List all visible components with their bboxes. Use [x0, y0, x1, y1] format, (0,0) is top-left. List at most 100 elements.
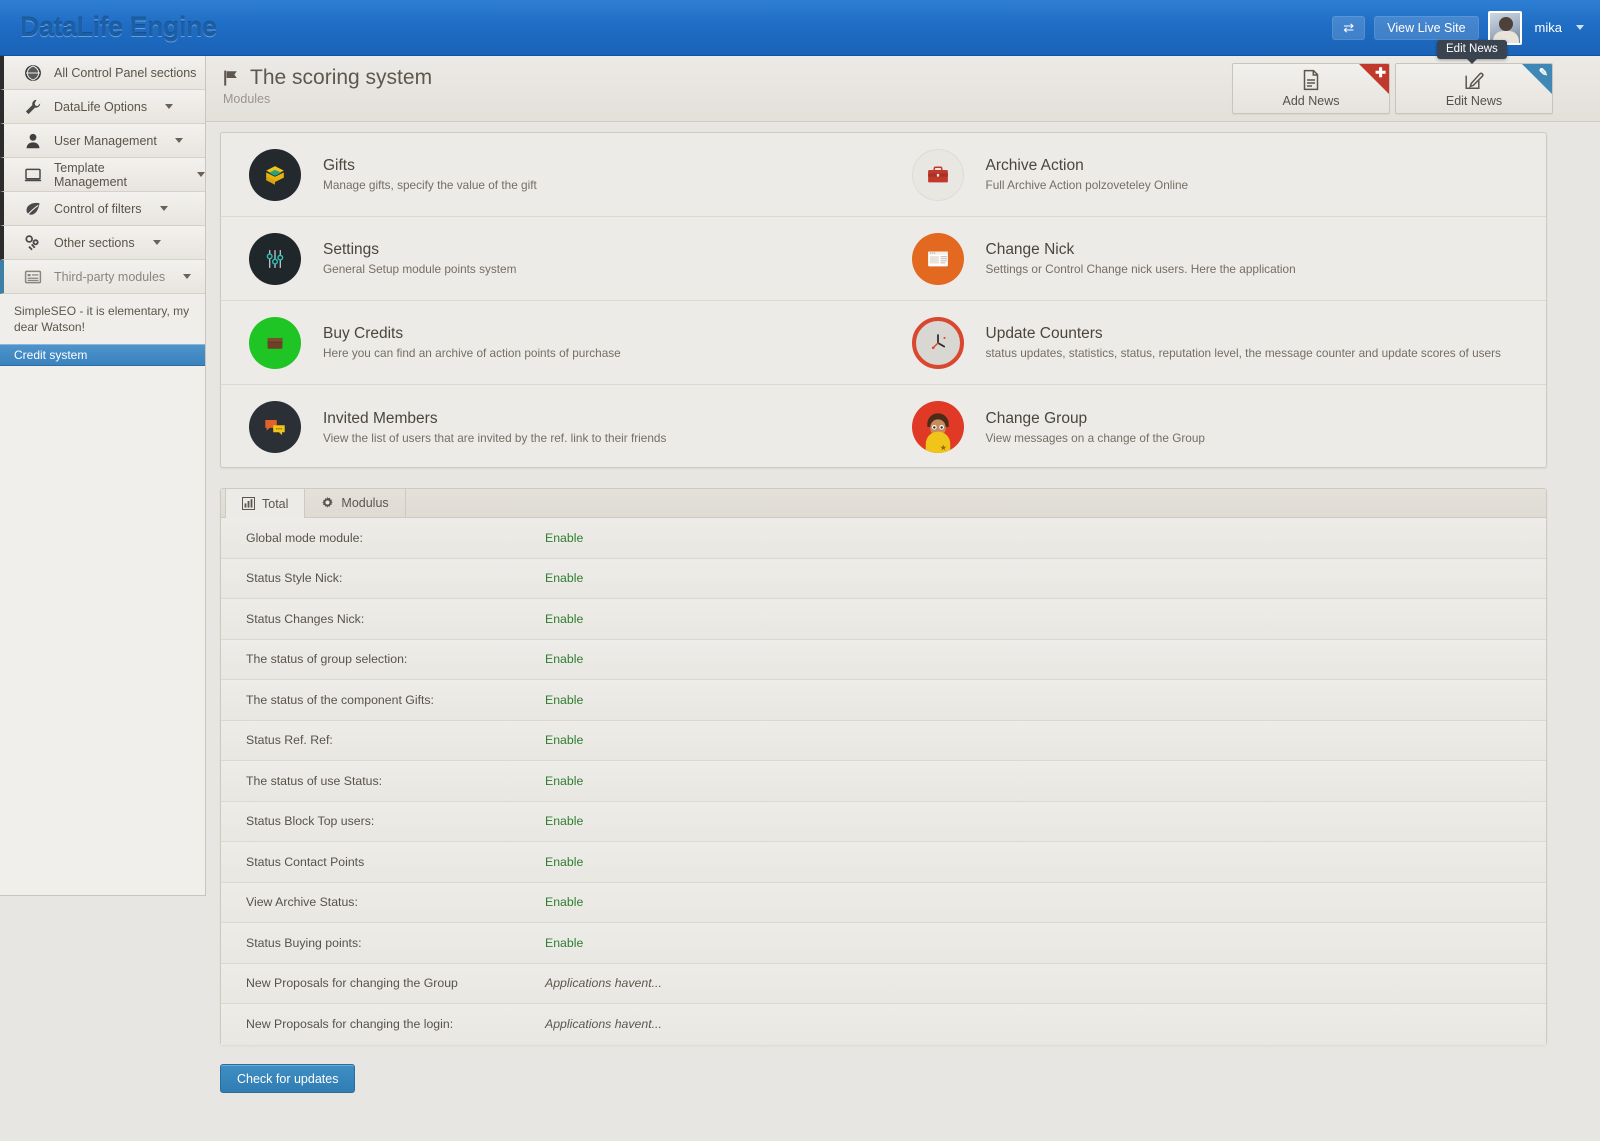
module-desc: General Setup module points system	[323, 262, 517, 276]
module-card-archive-action[interactable]: Archive Action Full Archive Action polzo…	[883, 133, 1546, 217]
stats-panel: Total Modulus Global mode module: Enable …	[220, 488, 1547, 1045]
user-icon	[24, 132, 42, 150]
sidebar-item-label: Third-party modules	[54, 269, 166, 284]
row-value: Applications havent...	[545, 976, 662, 991]
row-value[interactable]: Enable	[545, 814, 583, 828]
edit-news-button[interactable]: ✎ Edit News	[1395, 63, 1553, 114]
module-text: Invited Members View the list of users t…	[323, 410, 666, 445]
row-label: The status of use Status:	[246, 773, 383, 788]
page-title-text: The scoring system	[250, 66, 433, 89]
table-row[interactable]: The status of the component Gifts: Enable	[221, 680, 1546, 721]
view-live-site-button[interactable]: View Live Site	[1374, 15, 1479, 40]
row-label: Global mode module:	[246, 530, 363, 545]
row-label: The status of the component Gifts:	[246, 692, 434, 707]
sidebar-item-all-control-panel-sections[interactable]: All Control Panel sections	[0, 56, 205, 90]
bar-chart-icon	[242, 497, 255, 510]
sidebar-item-third-party-modules[interactable]: Third-party modules	[0, 260, 205, 294]
swap-arrows-icon[interactable]: ⇄	[1332, 15, 1366, 40]
sidebar-item-other-sections[interactable]: Other sections	[0, 226, 205, 260]
row-label: View Archive Status:	[246, 895, 358, 910]
sidebar-item-label: User Management	[54, 133, 157, 148]
table-row[interactable]: Status Contact Points Enable	[221, 842, 1546, 883]
tab-label: Modulus	[341, 495, 389, 510]
module-card-buy-credits[interactable]: Buy Credits Here you can find an archive…	[221, 301, 884, 385]
sidebar-item-label: All Control Panel sections	[54, 65, 197, 80]
chevron-down-icon	[174, 138, 183, 143]
sidebar-item-user-management[interactable]: User Management	[0, 124, 205, 158]
module-title: Archive Action	[985, 157, 1084, 174]
plus-icon: ✚	[1375, 65, 1386, 80]
module-card-settings[interactable]: Settings General Setup module points sys…	[221, 217, 884, 301]
sidebar-item-control-of-filters[interactable]: Control of filters	[0, 192, 205, 226]
document-icon	[1300, 69, 1322, 91]
sidebar-item-template-management[interactable]: Template Management	[0, 158, 205, 192]
row-label: Status Contact Points	[246, 854, 365, 869]
username-label[interactable]: mika	[1535, 20, 1562, 35]
row-label: Status Ref. Ref:	[246, 733, 333, 748]
table-row[interactable]: Global mode module: Enable	[221, 518, 1546, 559]
module-text: Gifts Manage gifts, specify the value of…	[323, 157, 537, 192]
module-desc: status updates, statistics, status, repu…	[985, 346, 1501, 360]
modules-panel: Gifts Manage gifts, specify the value of…	[220, 132, 1547, 468]
row-label: New Proposals for changing the login:	[246, 1017, 454, 1032]
check-for-updates-button[interactable]: Check for updates	[220, 1064, 356, 1093]
row-value[interactable]: Enable	[545, 652, 583, 666]
table-row[interactable]: New Proposals for changing the Group Appl…	[221, 963, 1546, 1004]
module-card-change-group[interactable]: Change Group View messages on a change o…	[884, 385, 1547, 469]
tab-modulus[interactable]: Modulus	[305, 488, 406, 517]
module-title: Invited Members	[323, 409, 438, 427]
monitor-icon	[24, 166, 42, 184]
chevron-down-icon	[159, 206, 168, 211]
tab-total[interactable]: Total	[225, 488, 306, 518]
row-value[interactable]: Enable	[545, 855, 583, 869]
wallet-icon	[249, 316, 301, 369]
module-title: Change Nick	[985, 241, 1075, 258]
table-row[interactable]: The status of group selection: Enable	[221, 639, 1546, 680]
module-card-gifts[interactable]: Gifts Manage gifts, specify the value of…	[221, 133, 884, 217]
row-label: New Proposals for changing the Group	[246, 976, 458, 991]
row-value[interactable]: Enable	[545, 733, 583, 747]
table-row[interactable]: Status Block Top users: Enable	[221, 801, 1546, 842]
gift-box-icon	[249, 148, 301, 201]
row-value[interactable]: Enable	[545, 531, 583, 545]
table-row[interactable]: Status Ref. Ref: Enable	[221, 720, 1546, 761]
table-row[interactable]: Status Style Nick: Enable	[221, 558, 1546, 599]
sidebar-item-credit-system[interactable]: Credit system	[0, 344, 205, 366]
table-row[interactable]: The status of use Status: Enable	[221, 761, 1546, 802]
tab-strip: Total Modulus	[221, 488, 1546, 518]
list-icon	[24, 268, 42, 286]
module-desc: Manage gifts, specify the value of the g…	[323, 178, 537, 192]
module-title: Buy Credits	[323, 325, 404, 342]
add-news-button[interactable]: ✚ Add News	[1232, 63, 1390, 114]
row-label: Status Block Top users:	[246, 814, 375, 829]
row-value[interactable]: Enable	[545, 936, 583, 950]
table-row[interactable]: View Archive Status: Enable	[221, 882, 1546, 923]
module-text: Settings General Setup module points sys…	[323, 241, 516, 276]
sliders-icon	[249, 232, 301, 285]
sidebar: All Control Panel sections DataLife Opti…	[0, 56, 206, 896]
table-row[interactable]: Status Buying points: Enable	[221, 923, 1546, 964]
chevron-down-icon[interactable]	[1576, 25, 1584, 30]
app-brand-logo: DataLife Engine	[20, 12, 217, 42]
settings-table: Global mode module: Enable Status Style N…	[221, 518, 1546, 1045]
module-title: Gifts	[323, 157, 355, 174]
module-card-change-nick[interactable]: Change Nick Settings or Control Change n…	[883, 217, 1546, 301]
table-row[interactable]: Status Changes Nick: Enable	[221, 599, 1546, 640]
row-value[interactable]: Enable	[545, 571, 583, 585]
module-card-update-counters[interactable]: Update Counters status updates, statisti…	[883, 301, 1546, 385]
row-value: Applications havent...	[545, 1017, 662, 1032]
module-card-invited-members[interactable]: Invited Members View the list of users t…	[221, 385, 884, 469]
module-text: Change Group View messages on a change o…	[986, 410, 1205, 445]
table-row[interactable]: New Proposals for changing the login: App…	[221, 1004, 1546, 1045]
chat-bubbles-icon	[249, 401, 301, 453]
row-value[interactable]: Enable	[545, 774, 583, 788]
edit-pencil-icon	[1463, 69, 1485, 91]
row-value[interactable]: Enable	[545, 693, 583, 707]
row-value[interactable]: Enable	[545, 895, 583, 909]
sidebar-item-datalife-options[interactable]: DataLife Options	[0, 90, 205, 124]
row-value[interactable]: Enable	[545, 612, 583, 626]
globe-icon	[24, 64, 42, 82]
row-label: Status Style Nick:	[246, 571, 343, 586]
module-desc: Full Archive Action polzoveteley Online	[985, 178, 1189, 192]
page-header: The scoring system Modules ✚ Add News ✎ …	[206, 56, 1600, 122]
